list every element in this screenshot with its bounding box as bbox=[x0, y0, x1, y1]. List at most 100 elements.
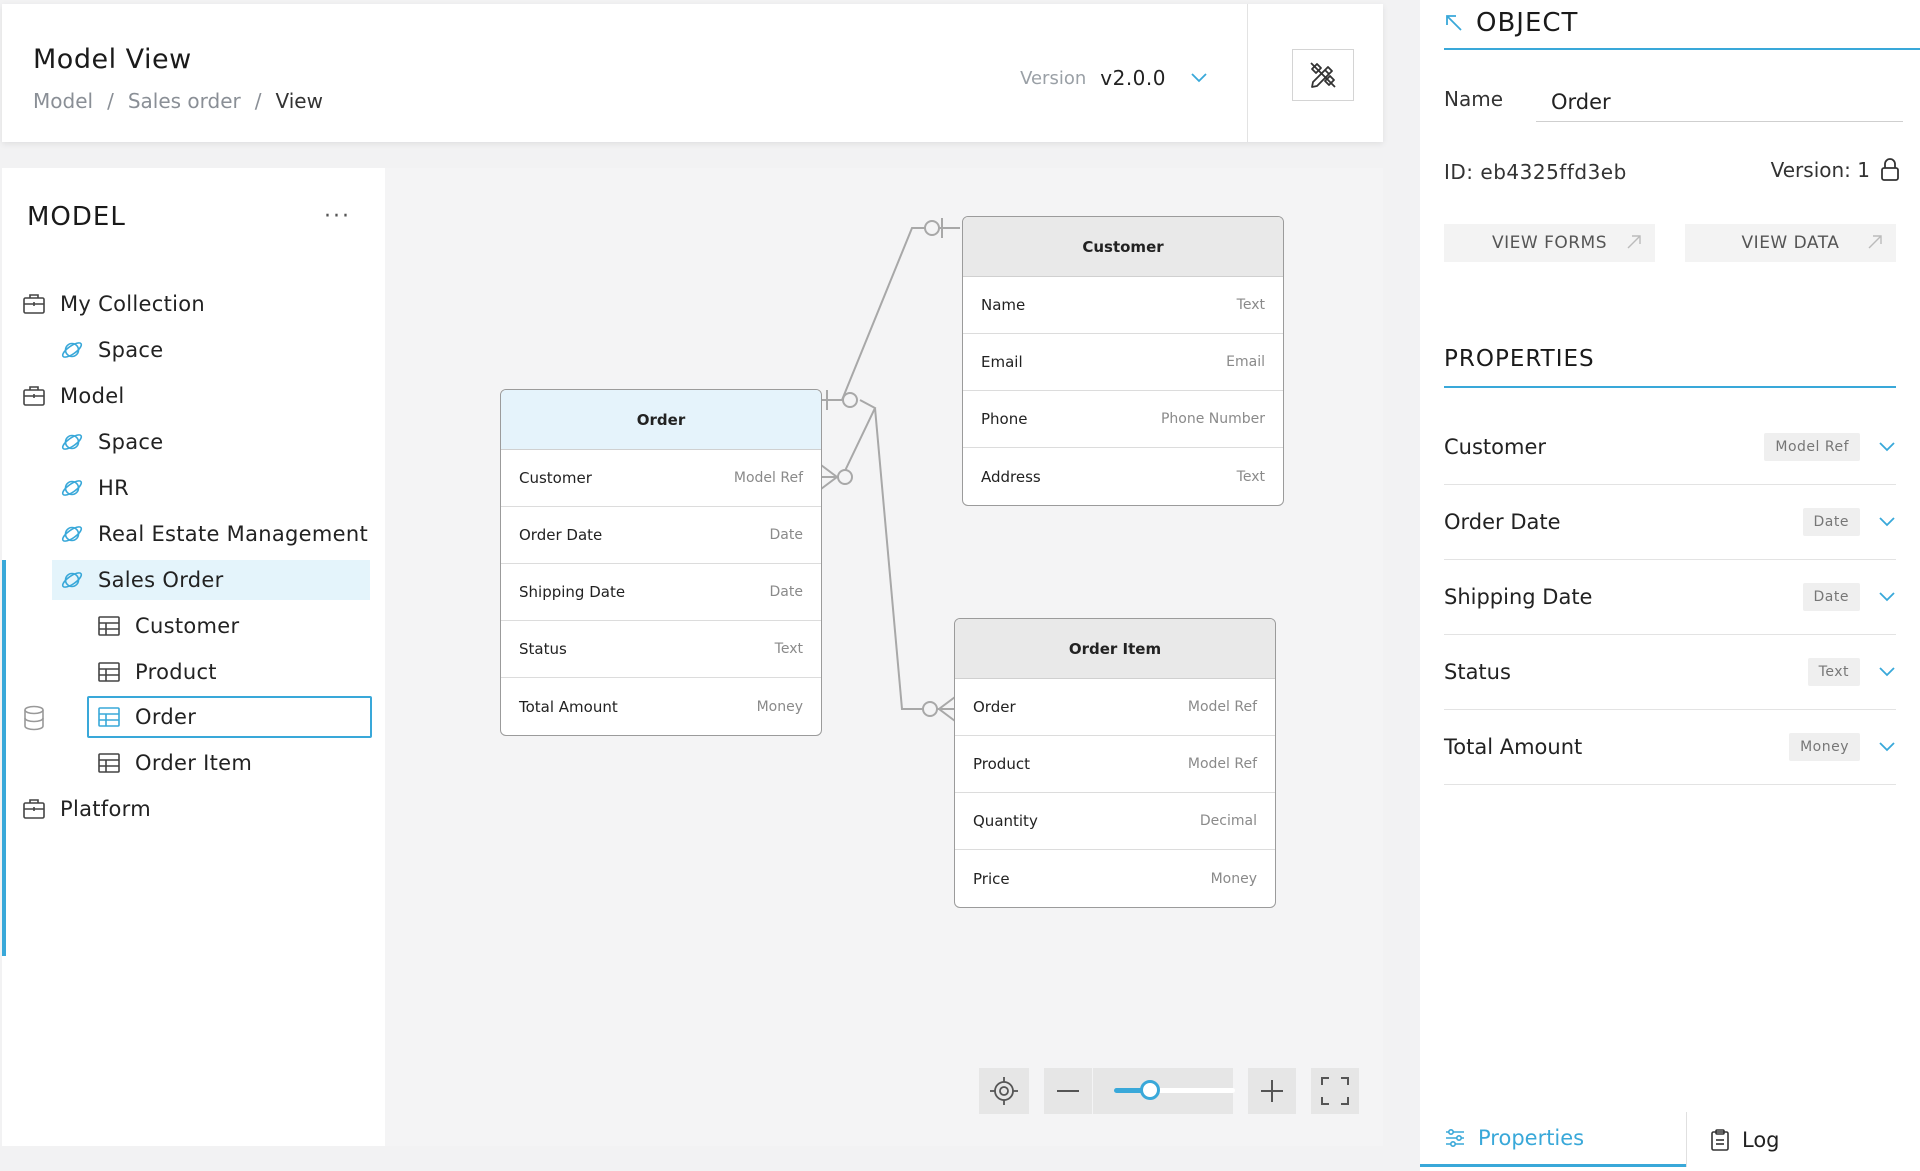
diagram-canvas[interactable]: Order Customer Model Ref Order Date Date S… bbox=[385, 168, 1383, 1146]
field-name: Product bbox=[973, 755, 1030, 773]
field-type: Date bbox=[769, 527, 803, 543]
tree-item-hr[interactable]: HR bbox=[60, 468, 129, 508]
zoom-out-button[interactable] bbox=[1044, 1068, 1092, 1114]
zoom-slider[interactable] bbox=[1114, 1080, 1235, 1100]
tree-item-label: Product bbox=[135, 660, 217, 684]
tree-item-space[interactable]: Space bbox=[60, 330, 164, 370]
external-arrow-icon bbox=[1627, 235, 1641, 249]
property-row-shipping-date[interactable]: Shipping Date Date bbox=[1444, 560, 1896, 635]
field-type: Text bbox=[1236, 297, 1265, 313]
tree-item-my-collection[interactable]: My Collection bbox=[22, 284, 205, 324]
property-row-status[interactable]: Status Text bbox=[1444, 635, 1896, 710]
entity-field[interactable]: Product Model Ref bbox=[955, 736, 1275, 793]
version-selector[interactable]: Version v2.0.0 bbox=[1020, 66, 1208, 90]
tree-item-order[interactable]: Order bbox=[87, 696, 372, 738]
tree-item-label: Space bbox=[98, 338, 164, 362]
header-divider bbox=[1247, 4, 1248, 142]
tab-log[interactable]: Log bbox=[1710, 1112, 1910, 1167]
planet-icon bbox=[60, 568, 84, 592]
tab-label: Properties bbox=[1478, 1126, 1585, 1150]
field-type: Decimal bbox=[1199, 813, 1257, 829]
tree-item-real-estate-management[interactable]: Real Estate Management bbox=[60, 514, 368, 554]
property-name: Total Amount bbox=[1444, 735, 1583, 759]
entity-field[interactable]: Address Text bbox=[963, 448, 1283, 505]
tree-item-label: Real Estate Management bbox=[98, 522, 369, 546]
property-name: Order Date bbox=[1444, 510, 1561, 534]
tab-properties[interactable]: Properties bbox=[1420, 1112, 1686, 1167]
tree-item-label: Customer bbox=[135, 614, 240, 638]
property-type-badge: Date bbox=[1802, 583, 1860, 611]
entity-field[interactable]: Order Date Date bbox=[501, 507, 821, 564]
property-row-customer[interactable]: Customer Model Ref bbox=[1444, 410, 1896, 485]
entity-field[interactable]: Total Amount Money bbox=[501, 678, 821, 735]
lock-icon[interactable] bbox=[1880, 158, 1900, 182]
chevron-down-icon[interactable] bbox=[1878, 666, 1896, 678]
tree-item-customer[interactable]: Customer bbox=[97, 606, 239, 646]
edit-design-button[interactable] bbox=[1292, 49, 1354, 101]
entity-field[interactable]: Shipping Date Date bbox=[501, 564, 821, 621]
table-icon bbox=[97, 751, 121, 775]
entity-field[interactable]: Status Text bbox=[501, 621, 821, 678]
property-row-total-amount[interactable]: Total Amount Money bbox=[1444, 710, 1896, 785]
entity-field[interactable]: Quantity Decimal bbox=[955, 793, 1275, 850]
properties-underline bbox=[1444, 386, 1896, 388]
view-forms-button[interactable]: VIEW FORMS bbox=[1444, 224, 1655, 262]
entity-field[interactable]: Phone Phone Number bbox=[963, 391, 1283, 448]
field-type: Email bbox=[1226, 354, 1265, 370]
entity-field[interactable]: Order Model Ref bbox=[955, 679, 1275, 736]
view-data-button[interactable]: VIEW DATA bbox=[1685, 224, 1896, 262]
tree-item-space[interactable]: Space bbox=[60, 422, 164, 462]
field-type: Text bbox=[774, 641, 803, 657]
tree-item-platform[interactable]: Platform bbox=[22, 789, 151, 829]
entity-field[interactable]: Name Text bbox=[963, 277, 1283, 334]
fullscreen-button[interactable] bbox=[1311, 1068, 1359, 1114]
field-name: Order Date bbox=[519, 526, 603, 544]
field-name: Address bbox=[981, 467, 1041, 486]
entity-field[interactable]: Email Email bbox=[963, 334, 1283, 391]
breadcrumb-sales-order[interactable]: Sales order bbox=[128, 89, 241, 113]
field-type: Model Ref bbox=[1187, 699, 1257, 715]
pencil-ruler-icon bbox=[1310, 62, 1336, 88]
chevron-down-icon[interactable] bbox=[1878, 741, 1896, 753]
tab-divider bbox=[1686, 1112, 1687, 1167]
zoom-in-button[interactable] bbox=[1248, 1068, 1296, 1114]
entity-field[interactable]: Customer Model Ref bbox=[501, 450, 821, 507]
property-name: Shipping Date bbox=[1444, 585, 1593, 609]
property-type-badge: Model Ref bbox=[1764, 433, 1860, 461]
tree-item-label: Order Item bbox=[135, 751, 253, 775]
model-sidebar: MODEL ··· My Collection Space Model Spac… bbox=[2, 168, 385, 1146]
relation-circle bbox=[842, 392, 858, 408]
chevron-down-icon[interactable] bbox=[1878, 441, 1896, 453]
object-id: ID: eb4325ffd3eb bbox=[1444, 160, 1627, 184]
breadcrumb-separator: / bbox=[107, 89, 114, 113]
entity-field[interactable]: Price Money bbox=[955, 850, 1275, 907]
tree-item-product[interactable]: Product bbox=[97, 652, 217, 692]
more-options-button[interactable]: ··· bbox=[324, 204, 351, 229]
entity-order-item[interactable]: Order Item Order Model Ref Product Model R… bbox=[954, 618, 1276, 908]
table-icon bbox=[97, 705, 121, 729]
table-icon bbox=[97, 660, 121, 684]
property-row-order-date[interactable]: Order Date Date bbox=[1444, 485, 1896, 560]
chevron-down-icon[interactable] bbox=[1878, 591, 1896, 603]
tree-item-sales-order[interactable]: Sales Order bbox=[52, 560, 370, 600]
recenter-button[interactable] bbox=[979, 1068, 1029, 1114]
object-title-underline bbox=[1444, 48, 1920, 50]
field-name: Total Amount bbox=[519, 697, 618, 716]
breadcrumb-model[interactable]: Model bbox=[33, 89, 93, 113]
field-type: Phone Number bbox=[1160, 411, 1265, 427]
tree-item-label: Platform bbox=[60, 797, 151, 821]
fullscreen-icon bbox=[1321, 1077, 1349, 1105]
field-name: Status bbox=[519, 640, 567, 658]
briefcase-icon bbox=[22, 384, 46, 408]
tree-item-model[interactable]: Model bbox=[22, 376, 125, 416]
planet-icon bbox=[60, 430, 84, 454]
entity-customer[interactable]: Customer Name Text Email Email Phone Phone … bbox=[962, 216, 1284, 506]
entity-order[interactable]: Order Customer Model Ref Order Date Date S… bbox=[500, 389, 822, 736]
collapse-arrow-icon[interactable] bbox=[1444, 13, 1464, 33]
property-name: Customer bbox=[1444, 435, 1547, 459]
chevron-down-icon[interactable] bbox=[1878, 516, 1896, 528]
tree-item-order-item[interactable]: Order Item bbox=[97, 743, 252, 783]
name-input[interactable]: Order bbox=[1536, 82, 1903, 122]
property-type-badge: Text bbox=[1807, 658, 1860, 686]
relation-circle bbox=[924, 220, 940, 236]
